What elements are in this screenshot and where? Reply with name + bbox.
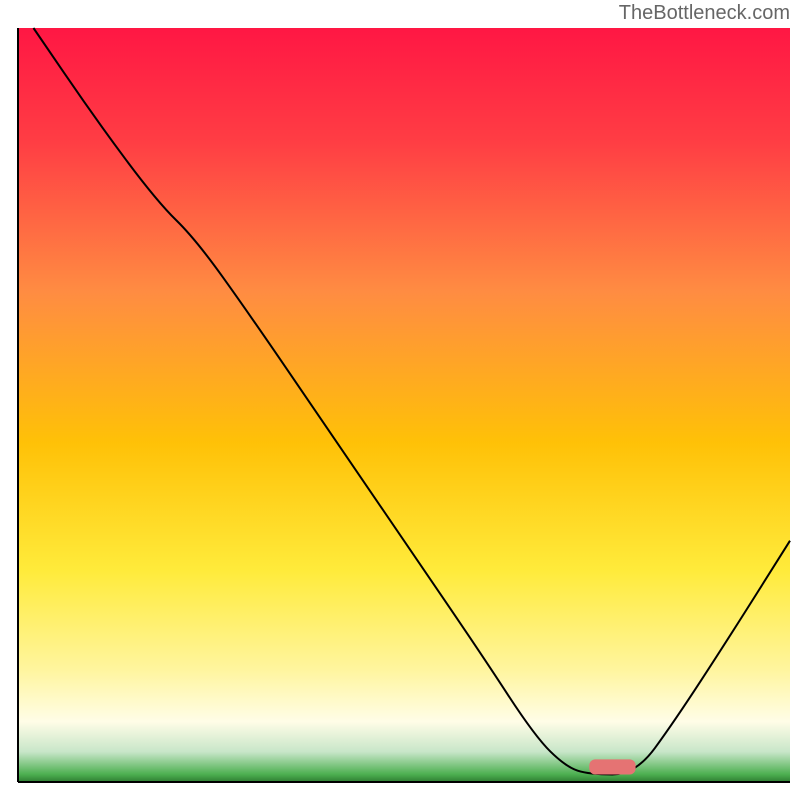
watermark-text: TheBottleneck.com [619,2,790,25]
bottom-strip [0,782,800,800]
plot-background [18,28,790,782]
optimal-marker [589,759,635,774]
chart-container: TheBottleneck.com [0,0,800,800]
chart-svg [0,0,800,800]
